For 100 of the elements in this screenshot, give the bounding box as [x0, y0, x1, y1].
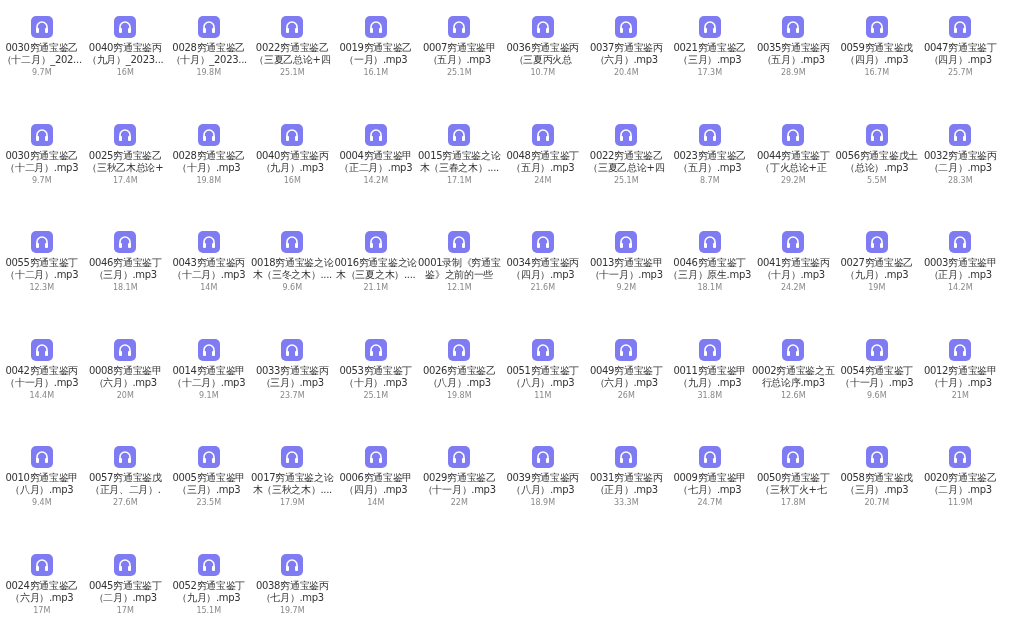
file-name[interactable]: （三夏乙总论+四: [588, 161, 665, 174]
file-name[interactable]: 0039穷通宝鉴丙: [506, 472, 580, 484]
file-name[interactable]: （三秋乙木总论+: [87, 161, 164, 174]
file-name[interactable]: 鉴》之前的一些: [425, 269, 494, 281]
audio-file-icon[interactable]: [281, 553, 304, 576]
file-name[interactable]: （十一月）.mp3: [589, 269, 663, 281]
audio-file-icon[interactable]: [114, 231, 137, 253]
audio-file-icon[interactable]: [949, 338, 972, 361]
audio-file-icon[interactable]: [114, 553, 137, 576]
audio-file-icon[interactable]: [865, 446, 888, 468]
file-name[interactable]: 0046穷通宝鉴丁: [673, 257, 747, 269]
file-name[interactable]: （九月）_2023...: [87, 54, 164, 66]
file-name[interactable]: 0013穷通宝鉴甲: [589, 257, 663, 269]
file-name[interactable]: 0038穷通宝鉴丙: [255, 579, 329, 592]
file-name[interactable]: （三月）.mp3: [177, 484, 241, 496]
file-name[interactable]: （十二月）_202...: [1, 54, 82, 66]
file-name[interactable]: （四月）.mp3: [845, 54, 909, 66]
audio-file-icon[interactable]: [448, 16, 471, 38]
audio-file-icon[interactable]: [364, 123, 387, 146]
file-name[interactable]: 行总论序.mp3: [761, 376, 825, 389]
file-name[interactable]: （四月）.mp3: [511, 269, 575, 281]
file-name[interactable]: 0030穷通宝鉴乙: [5, 42, 79, 54]
audio-file-icon[interactable]: [364, 338, 387, 361]
file-name[interactable]: 0016穷通宝鉴之论: [334, 257, 417, 269]
audio-file-icon[interactable]: [30, 446, 53, 468]
audio-file-icon[interactable]: [615, 123, 638, 146]
file-name[interactable]: 0040穷通宝鉴丙: [255, 149, 329, 162]
file-name[interactable]: 0021穷通宝鉴乙: [673, 42, 747, 54]
file-name[interactable]: 0042穷通宝鉴丙: [5, 364, 79, 377]
file-name[interactable]: 0029穷通宝鉴乙: [422, 472, 496, 484]
file-name[interactable]: 0019穷通宝鉴乙: [339, 42, 413, 54]
audio-file-icon[interactable]: [30, 123, 53, 146]
audio-file-icon[interactable]: [281, 123, 304, 146]
file-name[interactable]: 0026穷通宝鉴乙: [422, 364, 496, 377]
audio-file-icon[interactable]: [698, 338, 721, 361]
file-name[interactable]: （十月）_2023...: [170, 54, 247, 66]
file-name[interactable]: （三夏丙火总: [513, 54, 572, 66]
file-name[interactable]: （九月）.mp3: [845, 269, 909, 281]
file-name[interactable]: 0059穷通宝鉴戊: [840, 42, 914, 54]
audio-file-icon[interactable]: [197, 231, 220, 253]
file-name[interactable]: （六月）.mp3: [594, 54, 658, 66]
file-name[interactable]: 0018穷通宝鉴之论: [251, 257, 334, 269]
audio-file-icon[interactable]: [30, 231, 53, 253]
file-name[interactable]: （十二月）.mp3: [172, 269, 246, 281]
file-name[interactable]: （十一月）.mp3: [5, 376, 79, 389]
file-name[interactable]: 0008穷通宝鉴甲: [88, 364, 162, 377]
file-name[interactable]: 0045穷通宝鉴丁: [88, 579, 162, 592]
file-name[interactable]: （正月）.mp3: [594, 484, 658, 496]
file-name[interactable]: 0001录制《穷通宝: [418, 257, 501, 269]
file-name[interactable]: （九月）.mp3: [260, 161, 324, 174]
audio-file-icon[interactable]: [114, 16, 137, 38]
file-name[interactable]: 0036穷通宝鉴丙: [506, 42, 580, 54]
audio-file-icon[interactable]: [114, 446, 137, 468]
audio-file-icon[interactable]: [448, 446, 471, 468]
file-name[interactable]: 0030穷通宝鉴乙: [5, 149, 79, 162]
file-name[interactable]: （八月）.mp3: [511, 484, 575, 496]
audio-file-icon[interactable]: [30, 16, 53, 38]
audio-file-icon[interactable]: [197, 446, 220, 468]
file-name[interactable]: （八月）.mp3: [10, 484, 74, 496]
file-name[interactable]: 0006穷通宝鉴甲: [339, 472, 413, 484]
file-name[interactable]: 0002穷通宝鉴之五: [752, 364, 835, 377]
file-name[interactable]: （八月）.mp3: [511, 376, 575, 389]
audio-file-icon[interactable]: [531, 123, 554, 146]
audio-file-icon[interactable]: [865, 338, 888, 361]
file-name[interactable]: 0011穷通宝鉴甲: [673, 364, 747, 377]
file-name[interactable]: （五月）.mp3: [761, 54, 825, 66]
file-name[interactable]: （正二月）.mp3: [339, 161, 413, 174]
audio-file-icon[interactable]: [615, 338, 638, 361]
file-name[interactable]: （二月）.mp3: [928, 484, 992, 496]
audio-file-icon[interactable]: [782, 338, 805, 361]
file-name[interactable]: 0010穷通宝鉴甲: [5, 472, 79, 484]
file-name[interactable]: （六月）.mp3: [93, 376, 157, 389]
audio-file-icon[interactable]: [615, 446, 638, 468]
file-name[interactable]: （十月）.mp3: [344, 376, 408, 389]
file-name[interactable]: （九月）.mp3: [678, 376, 742, 389]
file-name[interactable]: 0049穷通宝鉴丁: [589, 364, 663, 377]
audio-file-icon[interactable]: [698, 446, 721, 468]
audio-file-icon[interactable]: [114, 123, 137, 146]
audio-file-icon[interactable]: [949, 446, 972, 468]
audio-file-icon[interactable]: [698, 123, 721, 146]
file-name[interactable]: （五月）.mp3: [427, 54, 491, 66]
file-name[interactable]: 0041穷通宝鉴丙: [756, 257, 830, 269]
audio-file-icon[interactable]: [448, 123, 471, 146]
file-name[interactable]: 0025穷通宝鉴乙: [88, 149, 162, 162]
file-name[interactable]: 0028穷通宝鉴乙: [172, 42, 246, 54]
file-name[interactable]: （六月）.mp3: [10, 591, 74, 604]
file-name[interactable]: （三月）.mp3: [260, 376, 324, 389]
file-name[interactable]: 0050穷通宝鉴丁: [756, 472, 830, 484]
file-name[interactable]: 0043穷通宝鉴丙: [172, 257, 246, 269]
audio-file-icon[interactable]: [531, 446, 554, 468]
audio-file-icon[interactable]: [782, 123, 805, 146]
file-name[interactable]: 0020穷通宝鉴乙: [923, 472, 997, 484]
file-name[interactable]: 木（三秋之木）....: [252, 484, 332, 496]
file-name[interactable]: （十二月）.mp3: [172, 376, 246, 389]
file-name[interactable]: 0033穷通宝鉴丙: [255, 364, 329, 377]
audio-file-icon[interactable]: [698, 231, 721, 253]
file-name[interactable]: （九月）.mp3: [177, 591, 241, 604]
file-name[interactable]: （正月、二月）.: [89, 484, 161, 496]
file-name[interactable]: （五月）.mp3: [511, 161, 575, 174]
file-name[interactable]: （三秋丁火+七: [760, 484, 827, 496]
